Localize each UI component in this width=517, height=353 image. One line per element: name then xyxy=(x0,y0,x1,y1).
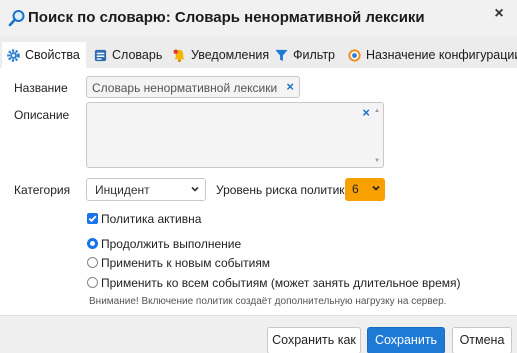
radio-continue-label: Продолжить выполнение xyxy=(101,237,242,251)
scroll-down-icon[interactable]: ▼ xyxy=(373,158,381,164)
dictionary-search-dialog: Поиск по словарю: Словарь ненормативной … xyxy=(0,0,517,353)
warning-note: Внимание! Включение политик создаёт допо… xyxy=(89,296,447,307)
policy-active-checkbox[interactable] xyxy=(87,213,98,224)
name-label: Название xyxy=(14,81,68,95)
risk-level-select[interactable]: 6 xyxy=(345,178,385,201)
category-label: Категория xyxy=(14,183,71,197)
dialog-title: Поиск по словарю: Словарь ненормативной … xyxy=(28,9,425,26)
tab-notifications[interactable]: Уведомления xyxy=(172,42,269,68)
tab-filter[interactable]: Фильтр xyxy=(274,42,335,68)
risk-value: 6 xyxy=(352,182,359,196)
name-field[interactable]: Словарь ненормативной лексики × xyxy=(86,76,300,98)
radio-apply-new-label: Применить к новым событиям xyxy=(101,256,271,270)
tab-config-assignment-label: Назначение конфигурации xyxy=(366,48,517,62)
save-button[interactable]: Сохранить xyxy=(367,327,445,353)
dictionary-icon xyxy=(94,49,107,61)
title-bar: Поиск по словарю: Словарь ненормативной … xyxy=(0,0,517,36)
policy-active-label: Политика активна xyxy=(101,212,202,226)
category-select[interactable]: Инцидент xyxy=(86,178,206,201)
category-value: Инцидент xyxy=(95,183,150,197)
description-clear-icon[interactable]: × xyxy=(362,106,370,119)
scroll-up-icon[interactable]: ▲ xyxy=(373,108,381,114)
chevron-down-icon xyxy=(191,186,199,192)
radio-apply-new[interactable] xyxy=(87,257,98,268)
chevron-down-icon xyxy=(372,185,380,191)
description-label: Описание xyxy=(14,108,70,122)
footer-bar: Сохранить как Сохранить Отмена xyxy=(0,315,517,353)
target-icon xyxy=(348,48,361,62)
tab-notifications-label: Уведомления xyxy=(191,48,270,62)
name-clear-icon[interactable]: × xyxy=(286,80,294,93)
funnel-icon xyxy=(275,49,288,61)
tab-properties-label: Свойства xyxy=(25,48,80,62)
bell-icon xyxy=(173,49,185,62)
checkmark-icon xyxy=(88,215,97,223)
name-value: Словарь ненормативной лексики xyxy=(92,81,278,95)
gear-icon xyxy=(7,48,20,62)
save-as-button[interactable]: Сохранить как xyxy=(267,327,361,353)
tab-dictionary-label: Словарь xyxy=(112,48,163,62)
close-button[interactable]: × xyxy=(491,5,507,23)
tab-dictionary[interactable]: Словарь xyxy=(93,42,162,68)
search-icon xyxy=(8,10,25,27)
radio-continue[interactable] xyxy=(87,238,98,249)
radio-apply-all-label: Применить ко всем событиям (может занять… xyxy=(101,276,461,290)
tab-properties[interactable]: Свойства xyxy=(2,42,86,68)
risk-label: Уровень риска политики xyxy=(216,183,352,197)
radio-apply-all[interactable] xyxy=(87,277,98,288)
tab-config-assignment[interactable]: Назначение конфигурации xyxy=(347,42,517,68)
tab-bar: Свойства Словарь Уведомления Фильтр Назн… xyxy=(0,36,517,68)
description-field[interactable]: × ▲ ▼ xyxy=(86,102,384,168)
tab-filter-label: Фильтр xyxy=(293,48,335,62)
cancel-button[interactable]: Отмена xyxy=(452,327,512,353)
